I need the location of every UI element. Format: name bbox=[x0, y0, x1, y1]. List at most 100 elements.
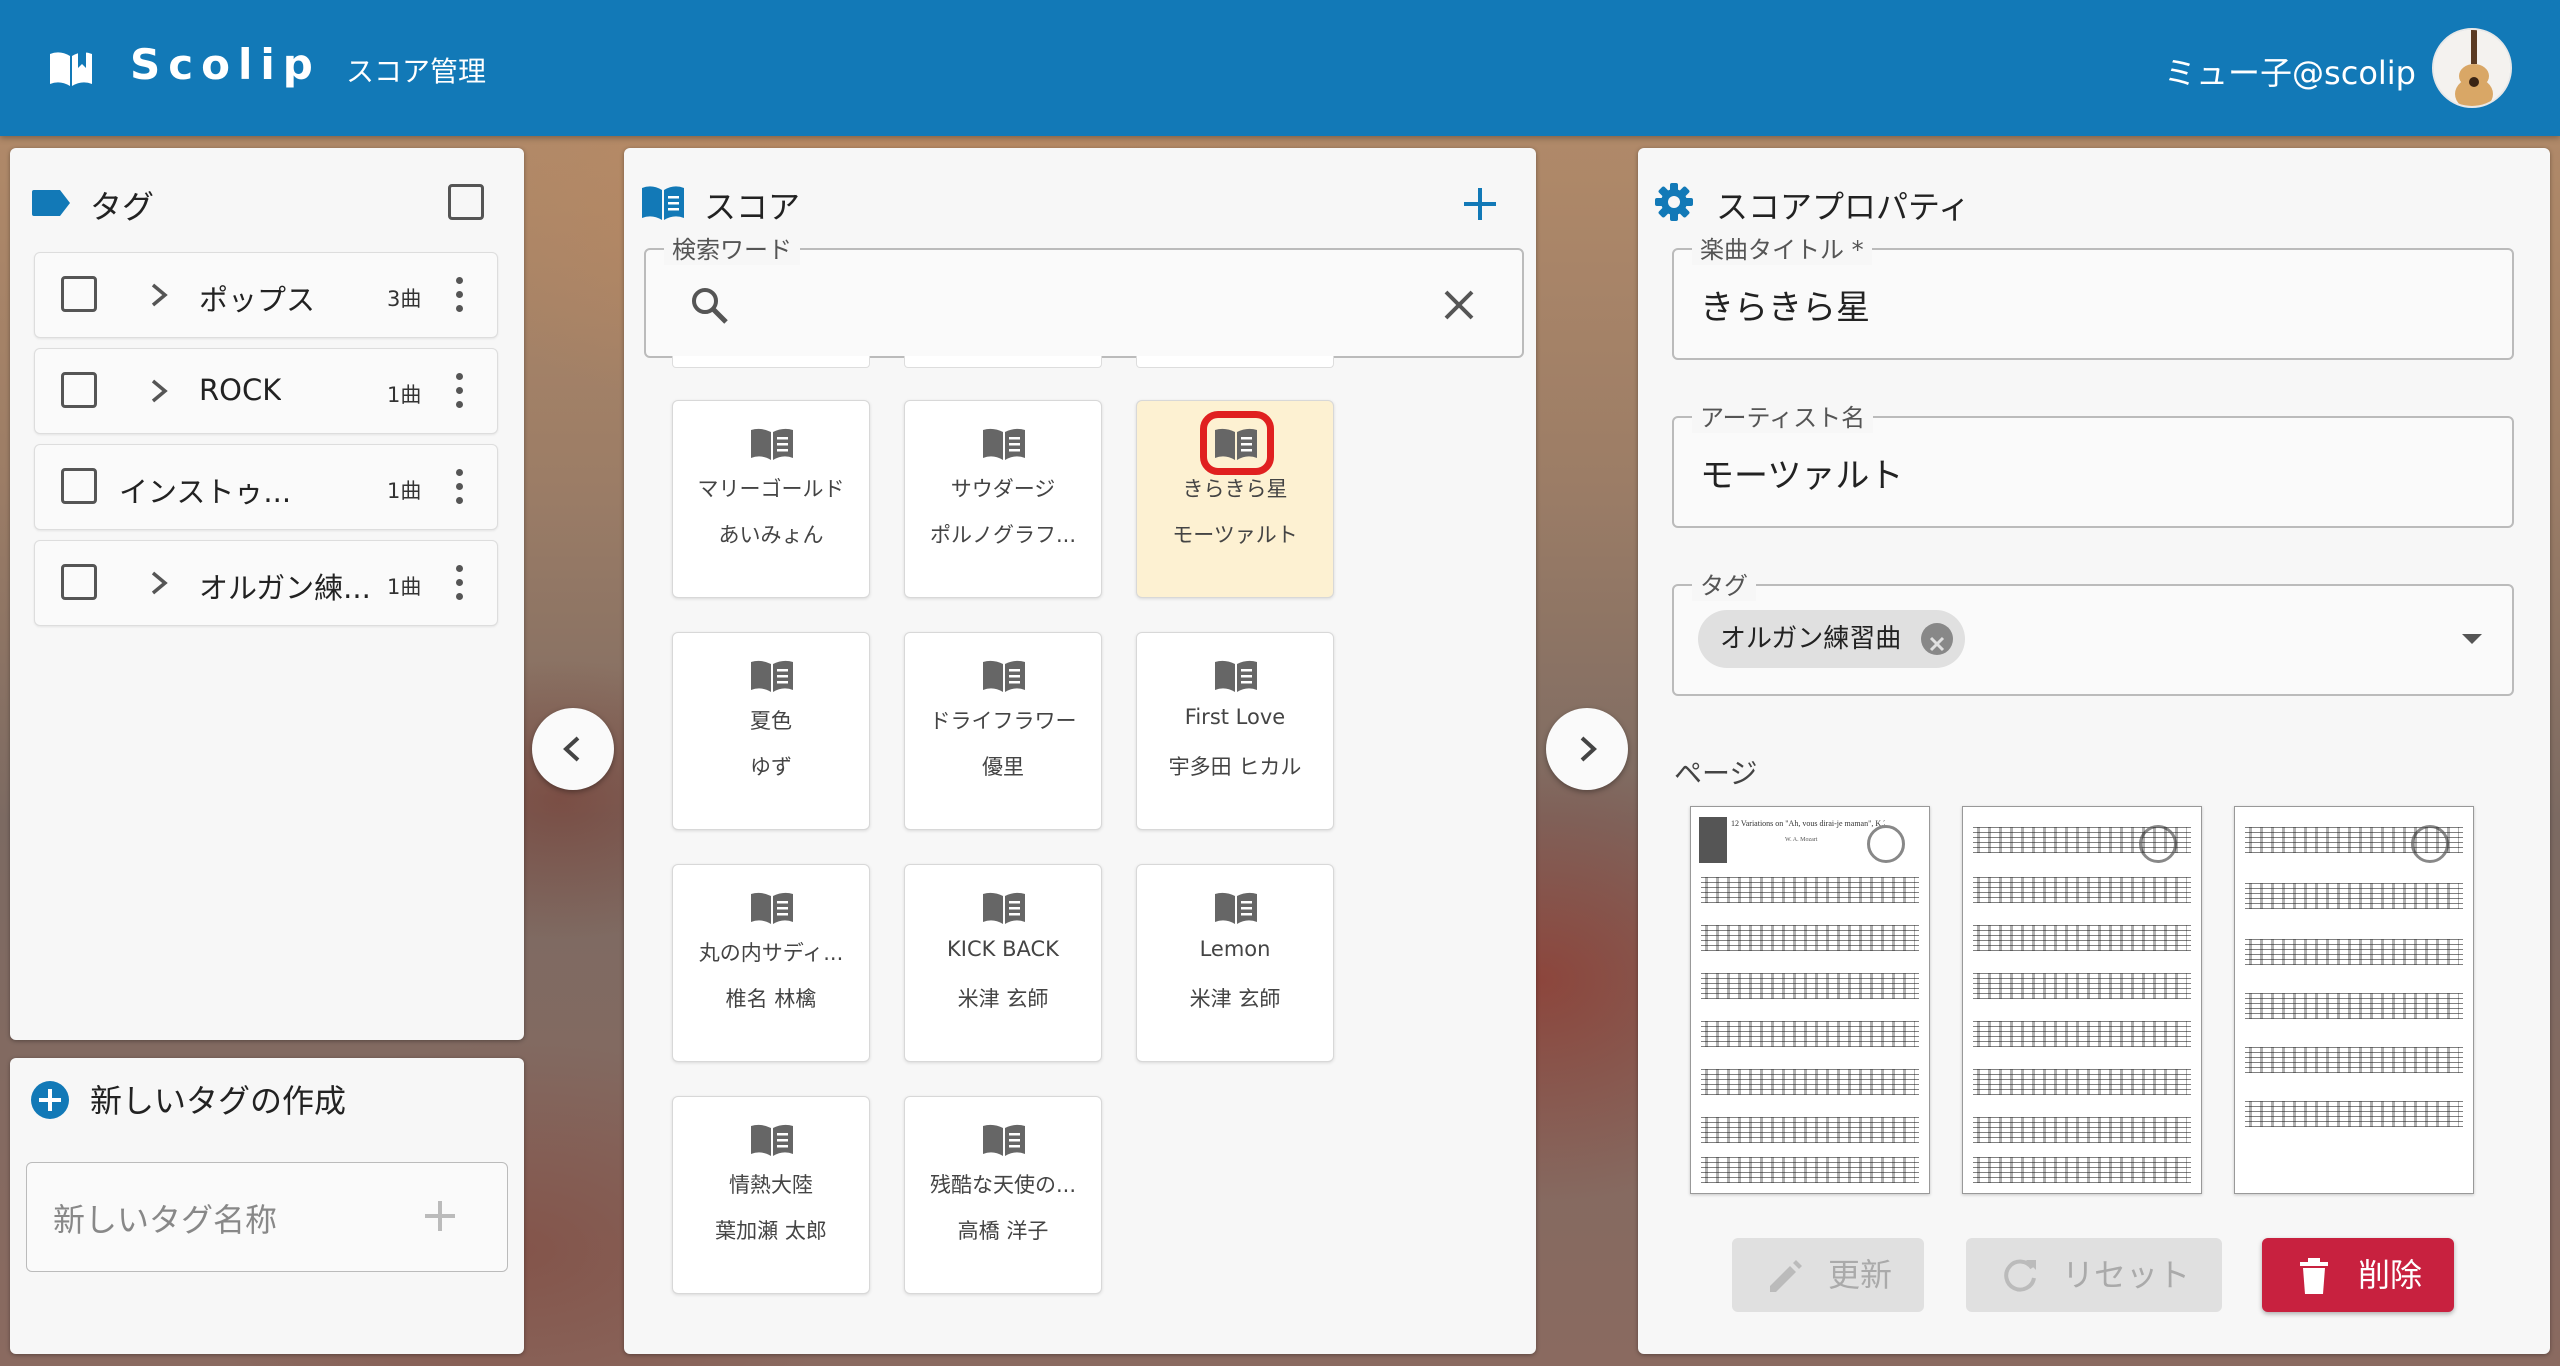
score-card[interactable]: KICK BACK 米津 玄師 bbox=[904, 864, 1102, 1062]
tag-list-item[interactable]: ポップス 3曲 bbox=[34, 252, 498, 338]
dropdown-arrow-icon[interactable] bbox=[2460, 632, 2484, 646]
page-header-text: 12 Variations on "Ah, vous dirai-je mama… bbox=[1731, 819, 1885, 828]
tag-count: 3曲 bbox=[387, 287, 422, 311]
more-vert-icon[interactable] bbox=[453, 275, 465, 315]
next-panel-button[interactable] bbox=[1546, 708, 1628, 790]
gear-icon bbox=[1655, 183, 1693, 221]
highlight-marker bbox=[1200, 411, 1274, 475]
tag-list-item[interactable]: インストゥ... 1曲 bbox=[34, 444, 498, 530]
page-thumbnail[interactable] bbox=[2234, 806, 2474, 1194]
score-card[interactable]: 残酷な天使の... 高橋 洋子 bbox=[904, 1096, 1102, 1294]
clear-search-close-icon[interactable] bbox=[1442, 288, 1476, 322]
score-card[interactable]: 情熱大陸葉加瀬 太郎 bbox=[672, 1096, 870, 1294]
song-title-label: 楽曲タイトル * bbox=[1692, 230, 1872, 265]
avatar[interactable] bbox=[2432, 28, 2512, 108]
score-card-artist: 宇多田 ヒカル bbox=[1168, 755, 1302, 779]
delete-label: 削除 bbox=[2358, 1256, 2423, 1294]
more-vert-icon[interactable] bbox=[453, 467, 465, 507]
reset-label: リセット bbox=[2062, 1256, 2191, 1294]
composer-portrait bbox=[1699, 817, 1727, 863]
score-book-icon bbox=[983, 660, 1025, 692]
nav-score-management[interactable]: スコア管理 bbox=[346, 50, 486, 90]
pencil-icon bbox=[1770, 1260, 1802, 1292]
app-name[interactable]: Scolip bbox=[130, 40, 321, 89]
score-card[interactable]: マリーゴールド あいみょん bbox=[672, 400, 870, 598]
select-all-tags-checkbox[interactable] bbox=[448, 184, 484, 220]
tag-list-item[interactable]: ROCK 1曲 bbox=[34, 348, 498, 434]
page-thumbnail[interactable] bbox=[1962, 806, 2202, 1194]
tag-checkbox[interactable] bbox=[61, 372, 97, 408]
score-book-icon bbox=[1215, 660, 1257, 692]
prev-panel-button[interactable] bbox=[532, 708, 614, 790]
score-card[interactable]: Lemon 米津 玄師 bbox=[1136, 864, 1334, 1062]
tag-select-field[interactable]: オルガン練習曲 bbox=[1672, 584, 2514, 696]
update-label: 更新 bbox=[1828, 1256, 1893, 1294]
score-card-title: きらきら星 bbox=[1182, 477, 1288, 501]
score-card-artist: 高橋 洋子 bbox=[957, 1219, 1049, 1243]
chevron-right-icon bbox=[1580, 736, 1597, 762]
chip-remove-icon[interactable] bbox=[1921, 623, 1954, 655]
search-icon bbox=[692, 288, 728, 324]
score-card[interactable]: 丸の内サディ... 椎名 林檎 bbox=[672, 864, 870, 1062]
score-card-artist: 優里 bbox=[982, 755, 1024, 779]
tag-field-label: タグ bbox=[1692, 566, 1756, 601]
page-thumbnail[interactable]: 12 Variations on "Ah, vous dirai-je mama… bbox=[1690, 806, 1930, 1194]
score-card-artist: 米津 玄師 bbox=[1189, 987, 1281, 1011]
score-card[interactable]: きらきら星モーツァルト bbox=[1136, 400, 1334, 598]
tag-panel-title: タグ bbox=[90, 188, 155, 226]
score-card-artist: モーツァルト bbox=[1172, 523, 1298, 547]
score-book-icon bbox=[751, 892, 793, 924]
chevron-right-icon[interactable] bbox=[147, 277, 171, 313]
score-card-title: 夏色 bbox=[750, 709, 792, 733]
refresh-icon bbox=[2004, 1259, 2036, 1292]
score-card[interactable]: First Love 宇多田 ヒカル bbox=[1136, 632, 1334, 830]
tag-checkbox[interactable] bbox=[61, 276, 97, 312]
score-book-icon bbox=[983, 892, 1025, 924]
more-vert-icon[interactable] bbox=[453, 563, 465, 603]
song-title-value: きらきら星 bbox=[1700, 288, 1870, 328]
update-button[interactable]: 更新 bbox=[1732, 1238, 1924, 1312]
score-card-title: Lemon bbox=[1199, 937, 1271, 961]
score-card-artist: あいみょん bbox=[718, 523, 824, 547]
artist-value: モーツァルト bbox=[1700, 456, 1904, 496]
app-header: Scolip スコア管理 ミュー子@scolip bbox=[0, 0, 2560, 136]
reset-button[interactable]: リセット bbox=[1966, 1238, 2222, 1312]
chevron-right-icon[interactable] bbox=[147, 565, 171, 601]
delete-button[interactable]: 削除 bbox=[2262, 1238, 2454, 1312]
add-score-plus-icon[interactable] bbox=[1462, 186, 1498, 222]
tag-chip-label: オルガン練習曲 bbox=[1720, 624, 1902, 654]
score-book-icon bbox=[751, 1124, 793, 1156]
score-book-icon bbox=[751, 428, 793, 460]
score-card[interactable]: サウダージ ポルノグラフ... bbox=[904, 400, 1102, 598]
artist-label: アーティスト名 bbox=[1692, 398, 1874, 433]
score-card[interactable]: ドライフラワー 優里 bbox=[904, 632, 1102, 830]
score-card-artist: 椎名 林檎 bbox=[725, 987, 817, 1011]
score-card-title: 情熱大陸 bbox=[729, 1173, 813, 1197]
score-card-artist: 葉加瀬 太郎 bbox=[715, 1219, 827, 1243]
score-card-title: First Love bbox=[1184, 705, 1286, 729]
score-card-title: サウダージ bbox=[950, 477, 1056, 501]
tag-checkbox[interactable] bbox=[61, 468, 97, 504]
scrolled-card-edge bbox=[672, 356, 870, 368]
score-panel-title: スコア bbox=[704, 188, 801, 226]
tag-list-item[interactable]: オルガン練... 1曲 bbox=[34, 540, 498, 626]
score-book-icon bbox=[983, 1124, 1025, 1156]
remove-page-icon[interactable] bbox=[1867, 825, 1905, 863]
label-tag-icon bbox=[32, 190, 70, 216]
user-name[interactable]: ミュー子@scolip bbox=[2164, 48, 2416, 94]
open-book-logo-icon[interactable] bbox=[48, 48, 94, 88]
add-tag-plus-icon[interactable] bbox=[423, 1199, 457, 1233]
score-card[interactable]: 夏色 ゆず bbox=[672, 632, 870, 830]
chevron-right-icon[interactable] bbox=[147, 373, 171, 409]
tag-name: インストゥ... bbox=[119, 475, 292, 509]
add-circle-icon bbox=[31, 1081, 69, 1119]
score-card-title: 残酷な天使の... bbox=[929, 1173, 1077, 1197]
tag-chip[interactable]: オルガン練習曲 bbox=[1698, 610, 1966, 668]
new-tag-name-input[interactable]: 新しいタグ名称 bbox=[26, 1162, 508, 1272]
score-book-icon bbox=[751, 660, 793, 692]
tag-name: ポップス bbox=[199, 283, 316, 317]
score-card-title: マリーゴールド bbox=[697, 477, 845, 501]
more-vert-icon[interactable] bbox=[453, 371, 465, 411]
tag-checkbox[interactable] bbox=[61, 564, 97, 600]
score-book-icon bbox=[983, 428, 1025, 460]
